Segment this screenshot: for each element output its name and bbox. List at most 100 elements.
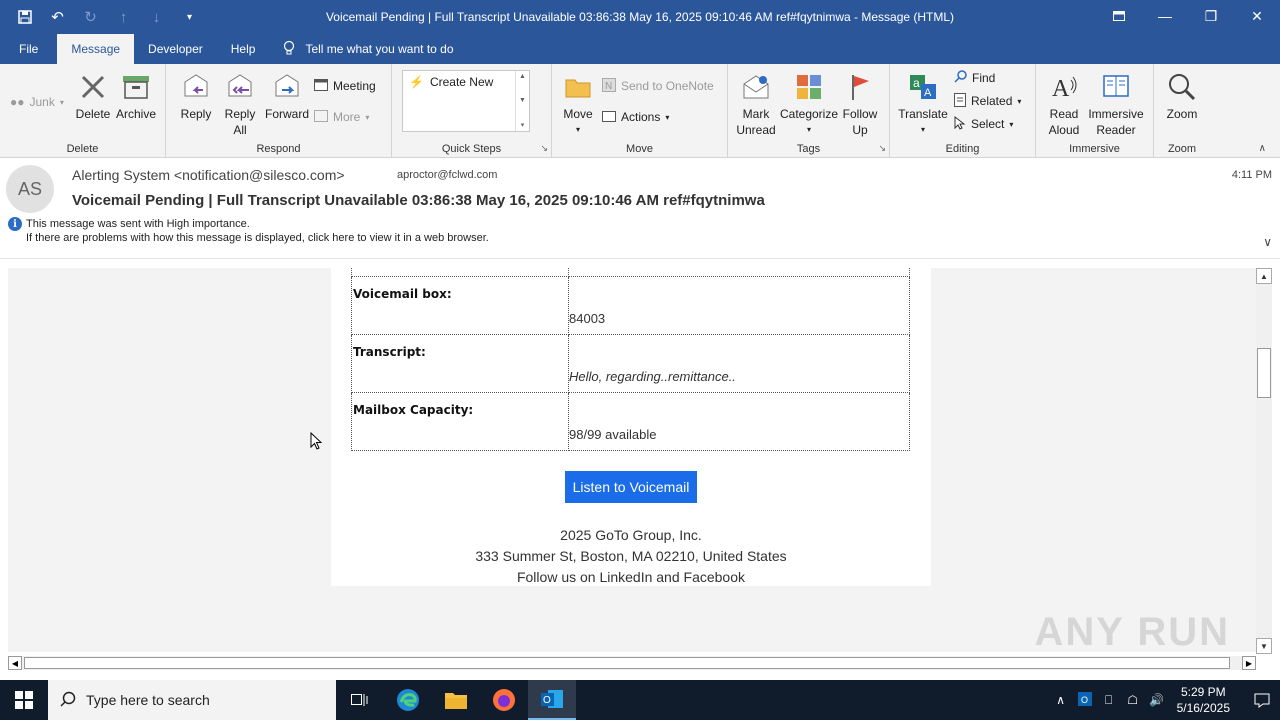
read-aloud-icon: A: [1047, 70, 1081, 104]
tab-help[interactable]: Help: [217, 34, 270, 64]
group-label-immersive: Immersive: [1069, 143, 1120, 155]
related-label: Related: [971, 94, 1013, 108]
immersive-reader-button[interactable]: Immersive Reader: [1086, 70, 1146, 138]
edge-browser-icon[interactable]: [384, 680, 432, 720]
quick-access-toolbar: ↶ ↻ ↑ ↓ ▾: [0, 2, 204, 32]
svg-text:O: O: [543, 695, 551, 706]
search-icon: [60, 691, 76, 710]
footer-company: 2025 GoTo Group, Inc.: [560, 527, 702, 543]
task-view-icon[interactable]: [336, 680, 384, 720]
taskbar-clock[interactable]: 5:29 PM 5/16/2025: [1177, 684, 1230, 716]
read-aloud-label-1: Read: [1049, 107, 1079, 121]
table-row: Mailbox Capacity: 98/99 available: [351, 392, 910, 451]
close-button[interactable]: ✕: [1234, 0, 1280, 32]
down-arrow-icon[interactable]: ↓: [142, 2, 171, 32]
quick-steps-gallery[interactable]: ⚡ Create New ▲ ▼ ▾: [402, 70, 530, 132]
zoom-button[interactable]: Zoom: [1164, 70, 1200, 122]
tab-file[interactable]: File: [0, 34, 57, 64]
chevron-down-icon: ▾: [806, 125, 811, 134]
sender[interactable]: Alerting System <notification@silesco.co…: [72, 167, 345, 183]
listen-to-voicemail-button[interactable]: Listen to Voicemail: [565, 471, 697, 503]
quick-steps-scroll[interactable]: ▲ ▼ ▾: [515, 71, 529, 131]
reply-button[interactable]: Reply: [176, 70, 216, 122]
categorize-label: Categorize: [779, 107, 839, 121]
windows-start-icon[interactable]: [0, 680, 48, 720]
network-icon[interactable]: ☖: [1121, 693, 1145, 707]
categorize-button[interactable]: Categorize ▾: [780, 70, 838, 138]
move-button[interactable]: Move ▾: [560, 70, 596, 138]
taskbar-search-box[interactable]: Type here to search: [48, 680, 336, 720]
find-button[interactable]: Find: [954, 68, 995, 88]
outlook-icon[interactable]: O: [528, 680, 576, 720]
scroll-down-icon[interactable]: ▼: [1256, 638, 1272, 654]
horizontal-scroll-thumb[interactable]: [24, 657, 1230, 669]
send-to-onenote-button[interactable]: N Send to OneNote: [602, 76, 714, 96]
quick-steps-launcher-icon[interactable]: ↘: [540, 143, 548, 154]
svg-text:N: N: [605, 81, 612, 92]
importance-notice: i This message was sent with High import…: [8, 217, 250, 231]
chevron-down-icon[interactable]: ∨: [1263, 235, 1272, 249]
watermark-logo: ANY RUN: [1034, 610, 1230, 654]
device-icon[interactable]: ⎕: [1097, 693, 1121, 708]
cursor-select-icon: [954, 115, 966, 133]
mark-unread-label-2: Unread: [736, 123, 776, 137]
up-arrow-icon[interactable]: ↑: [109, 2, 138, 32]
translate-icon: aA: [906, 70, 940, 104]
scroll-left-icon[interactable]: ◀: [8, 656, 22, 670]
actions-button[interactable]: Actions ▾: [602, 107, 669, 127]
ribbon-display-options-icon[interactable]: [1096, 0, 1142, 32]
expand-gallery-icon[interactable]: ▾: [521, 121, 525, 129]
volume-icon[interactable]: 🔊: [1145, 693, 1169, 707]
categorize-icon: [792, 70, 826, 104]
footer-social-links[interactable]: Follow us on LinkedIn and Facebook: [331, 569, 931, 585]
maximize-button[interactable]: ❐: [1188, 0, 1234, 32]
save-icon[interactable]: [10, 2, 39, 32]
tab-message[interactable]: Message: [57, 34, 135, 64]
undo-icon[interactable]: ↶: [43, 2, 72, 32]
tab-developer[interactable]: Developer: [134, 34, 217, 64]
show-hidden-icons-icon[interactable]: ∧: [1049, 693, 1073, 707]
lightning-icon: ⚡: [409, 75, 424, 89]
reply-label: Reply: [180, 107, 212, 121]
mark-unread-label-1: Mark: [742, 107, 770, 121]
horizontal-scrollbar[interactable]: ◀ ▶: [8, 656, 1256, 670]
vertical-scroll-thumb[interactable]: [1257, 348, 1271, 398]
junk-button[interactable]: ●● Junk ▾: [10, 92, 64, 112]
delete-button[interactable]: Delete: [74, 70, 112, 122]
read-aloud-button[interactable]: A Read Aloud: [1044, 70, 1084, 138]
immersive-reader-label-1: Immersive: [1088, 107, 1144, 121]
avatar[interactable]: AS: [6, 165, 54, 213]
scroll-right-icon[interactable]: ▶: [1242, 656, 1256, 670]
reply-all-button[interactable]: Reply All: [220, 70, 260, 138]
immersive-reader-label-2: Reader: [1096, 123, 1136, 137]
more-button[interactable]: More ▾: [314, 107, 369, 127]
notification-center-icon[interactable]: [1244, 692, 1280, 708]
select-button[interactable]: Select ▾: [954, 114, 1013, 134]
scroll-down-icon[interactable]: ▼: [519, 97, 526, 104]
document-icon: [954, 92, 966, 110]
related-button[interactable]: Related ▾: [954, 91, 1021, 111]
minimize-button[interactable]: —: [1142, 0, 1188, 32]
mark-unread-button[interactable]: Mark Unread: [736, 70, 776, 138]
tags-launcher-icon[interactable]: ↘: [878, 143, 886, 154]
recipient[interactable]: aproctor@fclwd.com: [397, 169, 497, 181]
quick-step-create-new[interactable]: ⚡ Create New: [403, 71, 529, 89]
scroll-up-icon[interactable]: ▲: [1256, 268, 1272, 284]
file-explorer-icon[interactable]: [432, 680, 480, 720]
scroll-up-icon[interactable]: ▲: [519, 73, 526, 80]
forward-button[interactable]: Forward: [264, 70, 310, 122]
reply-all-label-1: Reply: [224, 107, 256, 121]
collapse-ribbon-icon[interactable]: ∧: [1259, 143, 1266, 154]
tell-me-search[interactable]: Tell me what you want to do: [269, 34, 454, 64]
translate-button[interactable]: aA Translate ▾: [898, 70, 948, 138]
vertical-scrollbar[interactable]: ▲ ▼: [1256, 268, 1272, 654]
follow-up-button[interactable]: Follow Up: [840, 70, 880, 138]
web-view-link[interactable]: If there are problems with how this mess…: [26, 232, 489, 244]
outlook-tray-icon[interactable]: O: [1073, 691, 1097, 709]
customize-toolbar-icon[interactable]: ▾: [175, 2, 204, 32]
meeting-button[interactable]: Meeting: [314, 76, 376, 96]
archive-button[interactable]: Archive: [114, 70, 158, 122]
redo-icon[interactable]: ↻: [76, 2, 105, 32]
firefox-icon[interactable]: [480, 680, 528, 720]
message-time: 4:11 PM: [1231, 169, 1272, 181]
